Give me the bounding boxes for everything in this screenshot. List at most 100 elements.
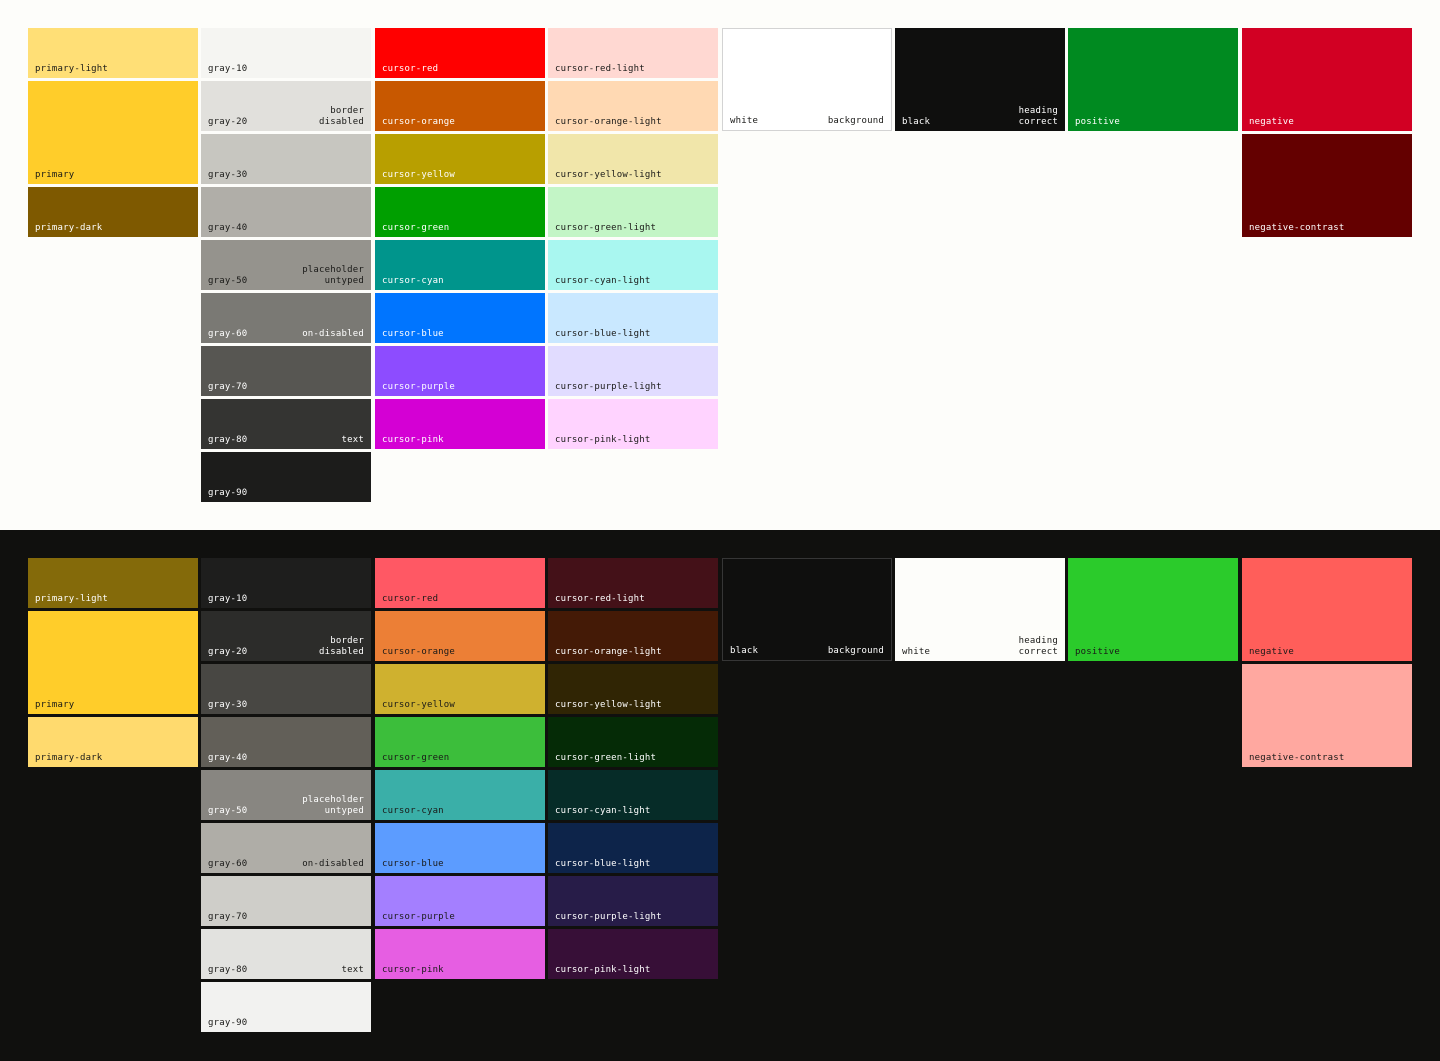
color-swatch-cursor-yellow: cursor-yellow — [375, 664, 545, 714]
swatch-label: cursor-yellow-light — [555, 170, 662, 180]
color-swatch-primary-dark: primary-dark — [28, 717, 198, 767]
color-swatch-gray-20: gray-20 border disabled — [201, 81, 371, 131]
color-swatch-cursor-pink: cursor-pink — [375, 929, 545, 979]
swatch-label: gray-20 — [208, 117, 248, 127]
swatch-label: gray-90 — [208, 488, 248, 498]
swatch-usage-tag: disabled — [319, 647, 364, 657]
swatch-usage-tag: placeholder — [302, 265, 364, 275]
swatch-column: cursor-red-light cursor-orange-light curso… — [548, 28, 718, 452]
swatch-label: cursor-pink — [382, 435, 444, 445]
swatch-label: black — [902, 117, 931, 127]
swatch-label: cursor-pink-light — [555, 435, 651, 445]
swatch-label: cursor-blue — [382, 329, 444, 339]
color-swatch-cursor-red-light: cursor-red-light — [548, 28, 718, 78]
swatch-label: gray-80 — [208, 435, 248, 445]
swatch-label: primary — [35, 170, 75, 180]
color-swatch-cursor-red: cursor-red — [375, 28, 545, 78]
swatch-label: cursor-red — [382, 64, 439, 74]
color-swatch-cursor-purple: cursor-purple — [375, 346, 545, 396]
color-swatch-cursor-green: cursor-green — [375, 717, 545, 767]
swatch-label: cursor-green-light — [555, 753, 657, 763]
color-swatch-cursor-blue-light: cursor-blue-light — [548, 823, 718, 873]
color-swatch-cursor-cyan: cursor-cyan — [375, 770, 545, 820]
swatch-usage-tag: text — [341, 965, 364, 975]
color-swatch-negative: negative — [1242, 558, 1412, 661]
swatch-usage-tag: correct — [1018, 117, 1058, 127]
color-swatch-cursor-blue-light: cursor-blue-light — [548, 293, 718, 343]
swatch-label: gray-60 — [208, 329, 248, 339]
swatch-label: cursor-green — [382, 223, 450, 233]
swatch-usage-tag: untyped — [324, 276, 364, 286]
color-swatch-cursor-blue: cursor-blue — [375, 293, 545, 343]
swatch-label: cursor-blue — [382, 859, 444, 869]
swatch-label: white — [730, 116, 759, 126]
swatch-label: black — [730, 646, 759, 656]
swatch-column: primary-light primary primary-dark — [28, 558, 198, 770]
swatch-column: cursor-red cursor-orange cursor-yellow curs… — [375, 558, 545, 982]
color-swatch-cursor-orange: cursor-orange — [375, 81, 545, 131]
color-swatch-primary-light: primary-light — [28, 28, 198, 78]
color-swatch-cursor-pink: cursor-pink — [375, 399, 545, 449]
swatch-label: positive — [1075, 647, 1120, 657]
swatch-usage-tags: on-disabled — [302, 859, 364, 870]
swatch-label: cursor-yellow — [382, 170, 456, 180]
swatch-label: cursor-pink-light — [555, 965, 651, 975]
swatch-label: cursor-orange — [382, 647, 456, 657]
swatch-label: gray-70 — [208, 382, 248, 392]
swatch-column: positive — [1068, 558, 1238, 664]
color-swatch-cursor-pink-light: cursor-pink-light — [548, 399, 718, 449]
color-swatch-cursor-cyan-light: cursor-cyan-light — [548, 240, 718, 290]
swatch-usage-tags: heading correct — [1019, 636, 1058, 658]
color-swatch-positive: positive — [1068, 28, 1238, 131]
swatch-label: cursor-purple-light — [555, 382, 662, 392]
swatch-label: gray-10 — [208, 594, 248, 604]
swatch-label: white — [902, 647, 931, 657]
color-swatch-cursor-yellow-light: cursor-yellow-light — [548, 134, 718, 184]
swatch-label: negative — [1249, 117, 1294, 127]
color-swatch-cursor-purple: cursor-purple — [375, 876, 545, 926]
swatch-column: cursor-red cursor-orange cursor-yellow curs… — [375, 28, 545, 452]
swatch-label: gray-60 — [208, 859, 248, 869]
swatch-label: gray-40 — [208, 223, 248, 233]
color-swatch-gray-70: gray-70 — [201, 346, 371, 396]
color-swatch-primary: primary — [28, 611, 198, 714]
swatch-label: gray-30 — [208, 170, 248, 180]
swatch-label: gray-80 — [208, 965, 248, 975]
color-swatch-white: white background — [722, 28, 892, 131]
swatch-label: cursor-red — [382, 594, 439, 604]
color-swatch-negative-contrast: negative-contrast — [1242, 664, 1412, 767]
swatch-usage-tag: correct — [1018, 647, 1058, 657]
swatch-label: gray-40 — [208, 753, 248, 763]
color-swatch-negative-contrast: negative-contrast — [1242, 134, 1412, 237]
swatch-label: cursor-orange-light — [555, 647, 662, 657]
color-swatch-cursor-orange: cursor-orange — [375, 611, 545, 661]
swatch-label: primary-dark — [35, 753, 103, 763]
swatch-usage-tags: placeholder untyped — [302, 795, 364, 817]
color-swatch-cursor-cyan: cursor-cyan — [375, 240, 545, 290]
swatch-usage-tag: border — [330, 106, 364, 116]
swatch-label: cursor-pink — [382, 965, 444, 975]
swatch-usage-tag: text — [341, 435, 364, 445]
color-swatch-gray-60: gray-60 on-disabled — [201, 293, 371, 343]
color-swatch-cursor-red-light: cursor-red-light — [548, 558, 718, 608]
swatch-column: cursor-red-light cursor-orange-light curso… — [548, 558, 718, 982]
swatch-label: gray-20 — [208, 647, 248, 657]
swatch-usage-tags: heading correct — [1019, 106, 1058, 128]
swatch-label: cursor-cyan-light — [555, 806, 651, 816]
swatch-label: negative-contrast — [1249, 223, 1345, 233]
color-swatch-gray-50: gray-50 placeholder untyped — [201, 240, 371, 290]
swatch-label: cursor-orange — [382, 117, 456, 127]
swatch-usage-tag: disabled — [319, 117, 364, 127]
color-swatch-cursor-purple-light: cursor-purple-light — [548, 346, 718, 396]
color-swatch-cursor-orange-light: cursor-orange-light — [548, 611, 718, 661]
swatch-column: primary-light primary primary-dark — [28, 28, 198, 240]
swatch-label: cursor-purple — [382, 912, 456, 922]
swatch-label: cursor-blue-light — [555, 859, 651, 869]
swatch-usage-tag: heading — [1018, 106, 1058, 116]
color-swatch-gray-80: gray-80 text — [201, 399, 371, 449]
swatch-label: primary-light — [35, 64, 109, 74]
swatch-column: gray-10 gray-20 border disabled gray-30 gray-… — [201, 28, 371, 505]
swatch-label: cursor-blue-light — [555, 329, 651, 339]
color-swatch-cursor-red: cursor-red — [375, 558, 545, 608]
swatch-label: primary — [35, 700, 75, 710]
